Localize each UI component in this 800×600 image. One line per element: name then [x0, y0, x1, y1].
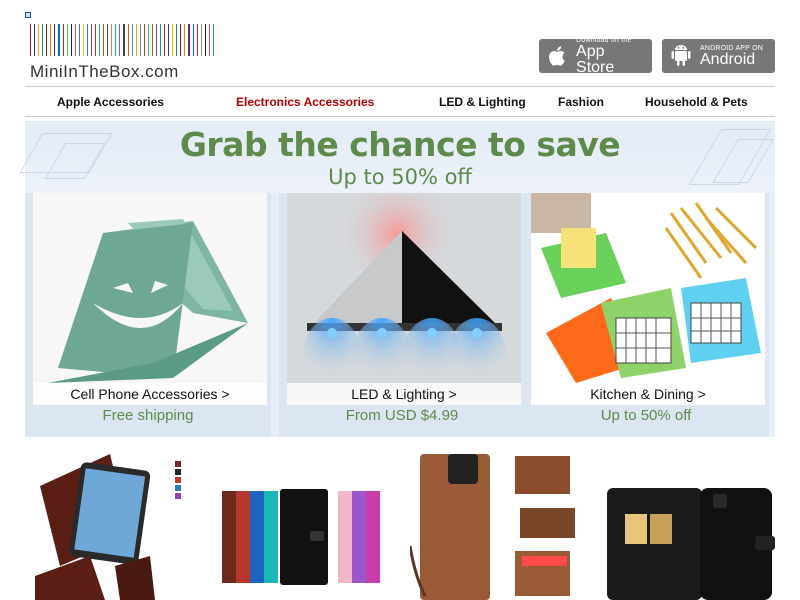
logo-text: MiniInTheBox.com	[30, 62, 179, 81]
logo-bar	[155, 24, 157, 56]
logo-bar	[151, 24, 153, 56]
card-caption-led-lighting[interactable]: LED & Lighting >	[287, 383, 521, 405]
logo-bar	[95, 24, 97, 56]
logo-bar	[78, 24, 80, 56]
nav-item-household-pets[interactable]: Household & Pets	[645, 95, 748, 109]
logo-bar	[131, 24, 133, 56]
kitchen-slicer-image	[531, 193, 765, 403]
banner-headline: Grab the chance to save	[179, 125, 621, 164]
promo-card-kitchen-dining[interactable]: Kitchen & Dining > Up to 50% off	[523, 193, 769, 437]
logo-bar	[168, 24, 170, 56]
logo-bar	[208, 24, 210, 56]
logo-bar	[127, 24, 129, 56]
apple-icon	[547, 45, 568, 67]
logo-bar	[119, 24, 121, 56]
logo-bar	[74, 24, 76, 56]
logo-bar	[176, 24, 178, 56]
logo-barcode-graphic	[30, 24, 214, 56]
logo-bar	[86, 24, 88, 56]
logo-bar	[111, 24, 113, 56]
logo-bar	[180, 24, 182, 56]
logo-bar	[90, 24, 92, 56]
card-promo-kitchen-dining: Up to 50% off	[600, 407, 692, 424]
logo-bar	[62, 24, 64, 56]
logo-bar	[188, 24, 190, 56]
app-store-label: App Store	[576, 42, 615, 76]
logo-bar	[115, 24, 117, 56]
logo-bar	[196, 24, 198, 56]
card-promo-led-lighting: From USD $4.99	[345, 407, 459, 424]
logo-bar	[103, 24, 105, 56]
promo-card-led-lighting[interactable]: LED & Lighting > From USD $4.99	[279, 193, 525, 437]
logo-bar	[184, 24, 186, 56]
product-thumb-wallet-case-3[interactable]	[410, 446, 580, 600]
logo-bar	[42, 24, 44, 56]
led-light-image	[287, 193, 521, 403]
site-logo[interactable]: MiniInTheBox.com	[30, 24, 214, 81]
category-nav: Apple Accessories Electronics Accessorie…	[25, 86, 775, 117]
product-thumb-wallet-case-1[interactable]	[30, 446, 195, 600]
logo-bar	[46, 24, 48, 56]
logo-bar	[107, 24, 109, 56]
logo-bar	[70, 24, 72, 56]
logo-bar	[139, 24, 141, 56]
logo-bar	[212, 24, 214, 56]
logo-bar	[172, 24, 174, 56]
android-label: Android	[700, 50, 756, 68]
logo-bar	[160, 24, 162, 56]
logo-bar	[123, 24, 125, 56]
nav-item-electronics-accessories[interactable]: Electronics Accessories	[236, 95, 374, 109]
banner-subline: Up to 50% off	[328, 165, 472, 189]
phone-stand-image	[33, 193, 267, 403]
card-caption-kitchen-dining[interactable]: Kitchen & Dining >	[531, 383, 765, 405]
logo-bar	[135, 24, 137, 56]
logo-bar	[54, 24, 56, 56]
logo-bar	[204, 24, 206, 56]
logo-bar	[143, 24, 145, 56]
logo-bar	[34, 24, 36, 56]
logo-bar	[164, 24, 166, 56]
nav-item-fashion[interactable]: Fashion	[558, 95, 604, 109]
android-icon	[670, 44, 692, 68]
logo-bar	[99, 24, 101, 56]
app-store-button[interactable]: Download on the App Store	[539, 37, 652, 76]
product-thumb-wallet-case-4[interactable]	[605, 446, 775, 600]
logo-bar	[82, 24, 84, 56]
android-app-button[interactable]: ANDROID APP ON Android	[662, 39, 775, 73]
logo-bar	[58, 24, 60, 56]
logo-bar	[38, 24, 40, 56]
logo-bar	[147, 24, 149, 56]
logo-bar	[50, 24, 52, 56]
card-caption-cell-phone[interactable]: Cell Phone Accessories >	[33, 383, 267, 405]
page-status-icon	[25, 12, 31, 18]
nav-item-apple-accessories[interactable]: Apple Accessories	[57, 95, 164, 109]
card-promo-cell-phone: Free shipping	[102, 407, 194, 424]
logo-bar	[200, 24, 202, 56]
promo-card-cell-phone[interactable]: Cell Phone Accessories > Free shipping	[25, 193, 271, 437]
logo-bar	[66, 24, 68, 56]
nav-item-led-lighting[interactable]: LED & Lighting	[439, 95, 526, 109]
product-thumb-wallet-case-2[interactable]	[220, 446, 390, 600]
logo-bar	[30, 24, 32, 56]
promo-banner: Grab the chance to save Up to 50% off Ce…	[19, 121, 775, 437]
logo-bar	[192, 24, 194, 56]
